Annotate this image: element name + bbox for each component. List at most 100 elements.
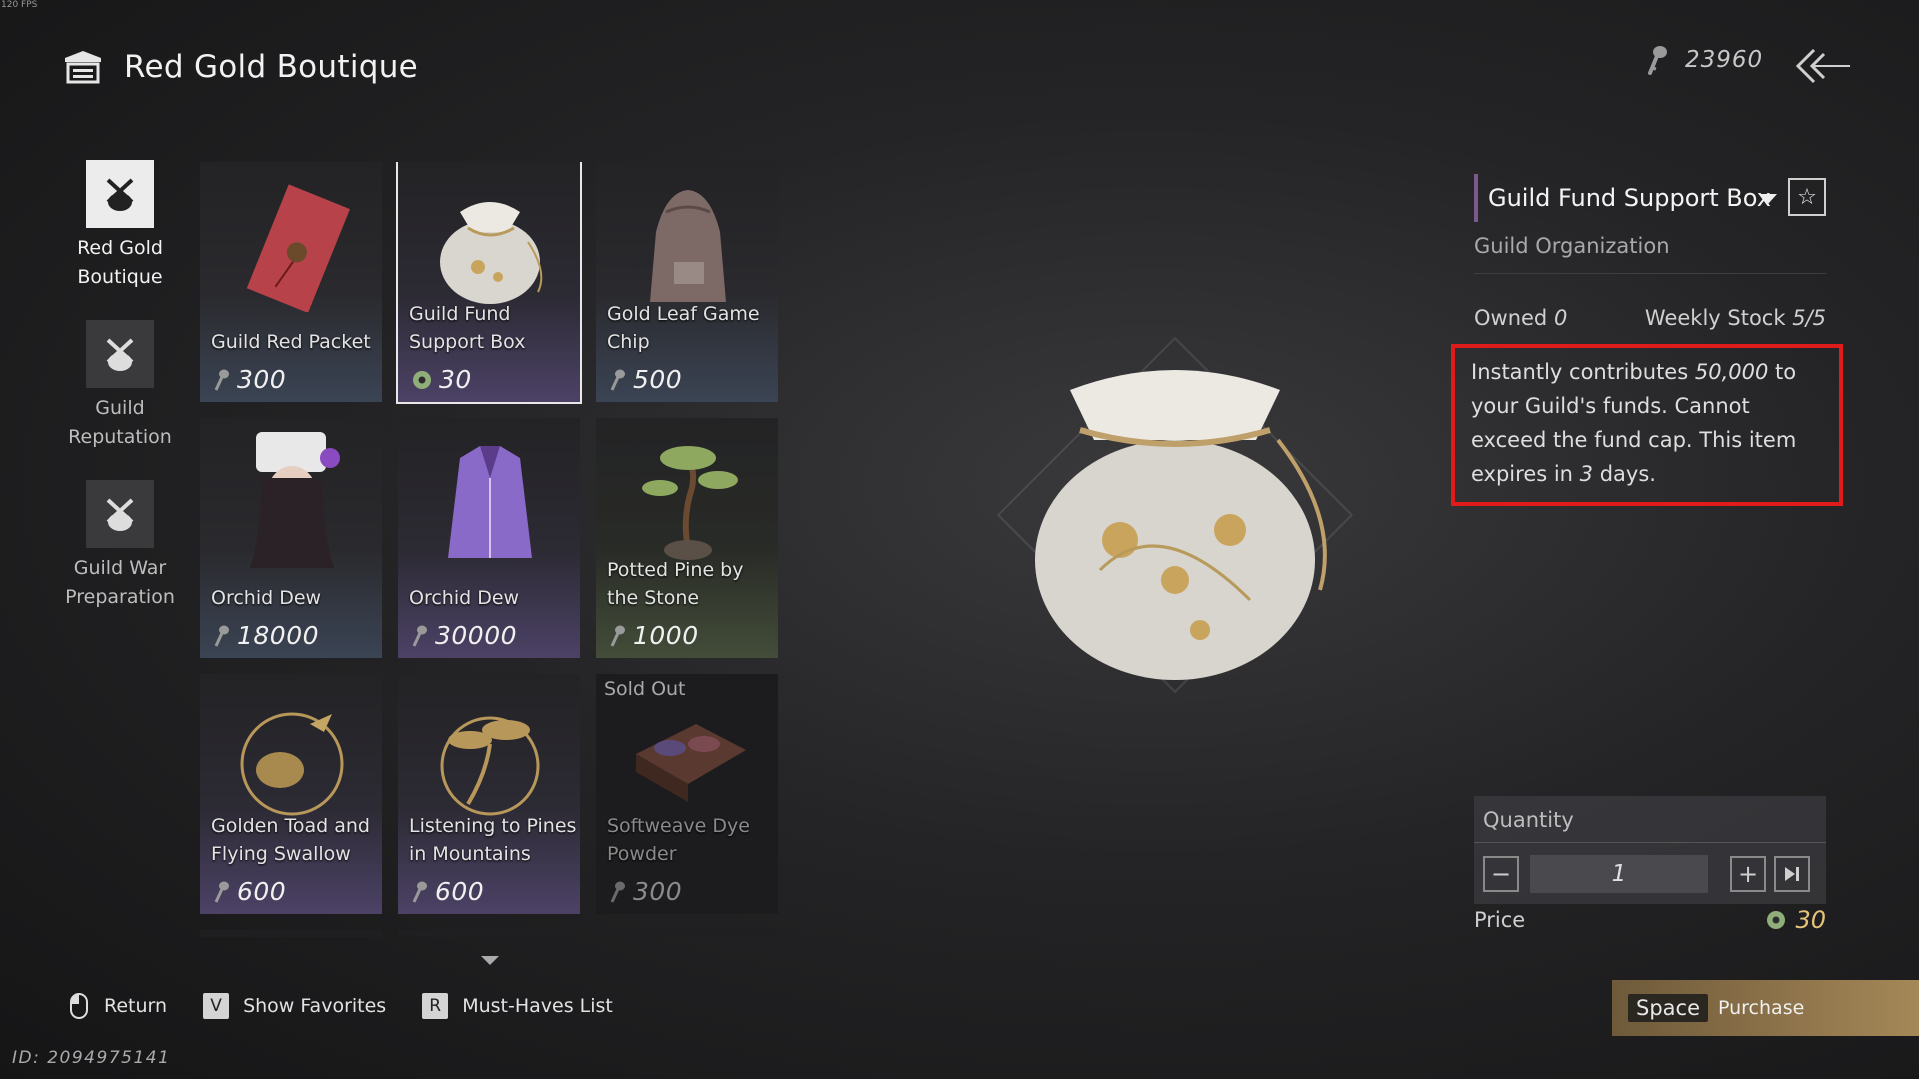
pouch-icon	[86, 320, 154, 388]
item-name: Orchid Dew	[211, 587, 322, 609]
nav-guild-reputation[interactable]: Guild Reputation	[60, 320, 180, 452]
quantity-label: Quantity	[1483, 808, 1574, 832]
item-card[interactable]: Gold Leaf Game Chip 500	[596, 162, 778, 402]
item-price: 18000	[213, 621, 319, 650]
weekly-stock: Weekly Stock 5/5	[1644, 306, 1826, 330]
return-button[interactable]: Return	[70, 993, 167, 1019]
fps-counter: 120 FPS	[1, 0, 38, 10]
item-name: Guild Fund Support Box	[409, 303, 526, 353]
item-price: 300	[213, 365, 286, 394]
item-card[interactable]: Orchid Dew 30000	[398, 418, 580, 658]
backpack-icon	[650, 190, 726, 302]
item-card-partial[interactable]	[596, 930, 778, 937]
item-price: 30000	[411, 621, 517, 650]
item-name: Orchid Dew	[409, 587, 520, 609]
divider	[1474, 842, 1826, 843]
item-card[interactable]: Sold Out Softweave Dye Powder 300	[596, 674, 778, 914]
key-icon	[214, 881, 229, 903]
max-quantity-button[interactable]	[1774, 856, 1810, 892]
item-price: 600	[411, 877, 484, 906]
item-card[interactable]: Guild Red Packet 300	[200, 162, 382, 402]
quantity-panel: Quantity − 1 +	[1474, 796, 1826, 904]
item-description: Instantly contributes 50,000 to your Gui…	[1451, 344, 1843, 506]
robe-icon	[448, 446, 532, 558]
favorite-star-icon[interactable]: ☆	[1788, 178, 1826, 216]
item-name: Softweave Dye Powder	[607, 815, 750, 865]
owned-count: Owned 0	[1474, 306, 1568, 330]
player-id: ID: 2094975141	[12, 1048, 171, 1068]
key-r: R	[422, 993, 449, 1019]
key-icon	[610, 881, 625, 903]
portrait-icon	[250, 432, 340, 568]
pouch-icon	[86, 160, 154, 228]
currency-amount: 23960	[1685, 47, 1764, 73]
key-icon	[214, 625, 229, 647]
item-card[interactable]: Golden Toad and Flying Swallow 600	[200, 674, 382, 914]
item-card[interactable]: Orchid Dew 18000	[200, 418, 382, 658]
item-grid: Guild Red Packet 300 Guild Fund Support …	[200, 162, 780, 937]
item-card-partial[interactable]	[200, 930, 382, 937]
description-text: Instantly contributes 50,000 to your Gui…	[1471, 360, 1797, 486]
item-price: 500	[609, 365, 682, 394]
purchase-button[interactable]: Space Purchase	[1612, 980, 1919, 1036]
page-title: Red Gold Boutique	[124, 49, 419, 85]
total-price: Price 30	[1474, 906, 1826, 942]
nav-red-gold-boutique[interactable]: Red Gold Boutique	[60, 160, 180, 292]
item-card[interactable]: Listening to Pines in Mountains 600	[398, 674, 580, 914]
decrease-button[interactable]: −	[1483, 856, 1519, 892]
key-icon	[214, 369, 229, 391]
nav-label: Guild Reputation	[68, 397, 172, 448]
item-name: Potted Pine by the Stone	[607, 559, 744, 609]
nav-guild-war-preparation[interactable]: Guild War Preparation	[60, 480, 180, 612]
key-icon	[412, 625, 427, 647]
jade-coin-icon	[413, 370, 431, 389]
nav-label: Red Gold Boutique	[77, 237, 163, 288]
item-card-partial[interactable]	[398, 930, 580, 937]
title-accent-bar	[1474, 174, 1478, 222]
quantity-input[interactable]: 1	[1530, 855, 1708, 893]
item-price: 1000	[609, 621, 699, 650]
item-price: 300	[609, 877, 682, 906]
item-name: Guild Red Packet	[211, 331, 371, 353]
divider	[1474, 273, 1826, 274]
item-price: 30	[411, 365, 472, 394]
back-arrow-icon[interactable]	[1792, 44, 1852, 88]
purchase-key-hint: Space	[1628, 994, 1708, 1022]
detail-title: Guild Fund Support Box	[1488, 184, 1771, 212]
jade-coin-icon	[1767, 911, 1786, 929]
item-name: Gold Leaf Game Chip	[607, 303, 760, 353]
key-icon	[412, 881, 427, 903]
white-pouch-icon	[440, 202, 543, 304]
nav-label: Guild War Preparation	[65, 557, 175, 608]
skip-to-max-icon	[1785, 867, 1799, 881]
pouch-icon	[86, 480, 154, 548]
red-envelope-icon	[246, 184, 350, 312]
key-icon	[610, 369, 625, 391]
key-icon	[610, 625, 625, 647]
pines-emblem-icon	[440, 716, 540, 816]
price-label: Price	[1474, 908, 1526, 932]
increase-button[interactable]: +	[1730, 856, 1766, 892]
bonsai-icon	[642, 446, 738, 560]
scroll-down-icon[interactable]	[481, 956, 499, 965]
item-card[interactable]: Guild Fund Support Box 30	[396, 162, 582, 404]
item-card[interactable]: Potted Pine by the Stone 1000	[596, 418, 778, 658]
key-hints: Return V Show Favorites R Must-Haves Lis…	[70, 993, 649, 1019]
must-haves-list-button[interactable]: R Must-Haves List	[422, 993, 613, 1019]
key-icon	[1648, 46, 1667, 75]
price-value: 30	[1765, 906, 1826, 934]
currency-display: 23960	[1645, 44, 1763, 76]
shop-icon	[65, 51, 101, 84]
show-favorites-button[interactable]: V Show Favorites	[203, 993, 386, 1019]
item-name: Listening to Pines in Mountains	[409, 815, 577, 865]
golden-toad-icon	[240, 712, 344, 816]
purchase-label: Purchase	[1718, 997, 1805, 1019]
page-header: Red Gold Boutique	[62, 48, 418, 86]
item-price: 600	[213, 877, 286, 906]
chevron-down-icon[interactable]	[1759, 194, 1777, 204]
key-v: V	[203, 993, 230, 1019]
item-name: Golden Toad and Flying Swallow	[211, 815, 370, 865]
item-preview-pouch	[996, 336, 1354, 694]
mouse-icon	[70, 993, 88, 1019]
dye-box-icon	[636, 724, 746, 802]
